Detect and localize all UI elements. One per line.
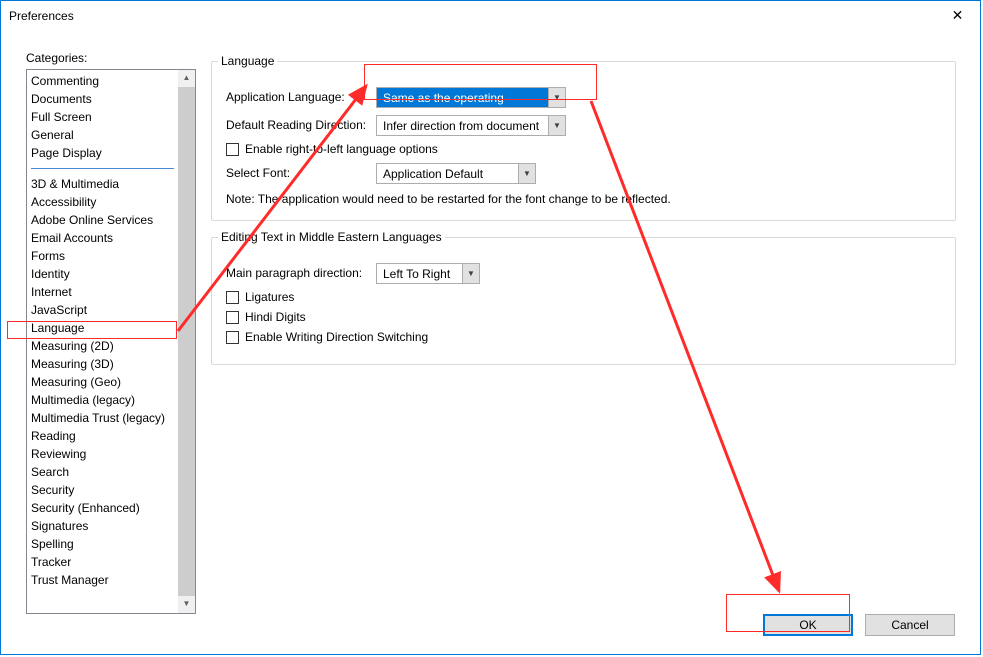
dialog-title: Preferences — [9, 9, 74, 23]
close-icon: ✕ — [952, 7, 964, 23]
category-item[interactable]: Multimedia (legacy) — [27, 391, 178, 409]
category-item[interactable]: Documents — [27, 90, 178, 108]
category-item[interactable]: Tracker — [27, 553, 178, 571]
categories-listbox[interactable]: CommentingDocumentsFull ScreenGeneralPag… — [26, 69, 196, 614]
main-paragraph-combobox[interactable]: Left To Right ▼ — [376, 263, 480, 284]
reading-direction-label: Default Reading Direction: — [226, 118, 376, 132]
ligatures-checkbox[interactable] — [226, 291, 239, 304]
category-item[interactable]: Accessibility — [27, 193, 178, 211]
hindi-digits-label: Hindi Digits — [245, 310, 306, 324]
language-group-title: Language — [218, 54, 277, 68]
editing-group-title: Editing Text in Middle Eastern Languages — [218, 230, 445, 244]
category-item[interactable]: Spelling — [27, 535, 178, 553]
category-item[interactable]: Security (Enhanced) — [27, 499, 178, 517]
category-item[interactable]: Full Screen — [27, 108, 178, 126]
scroll-up-icon[interactable]: ▲ — [178, 70, 195, 87]
category-item[interactable]: Security — [27, 481, 178, 499]
category-item[interactable]: General — [27, 126, 178, 144]
chevron-down-icon: ▼ — [462, 264, 479, 283]
category-item[interactable]: JavaScript — [27, 301, 178, 319]
select-font-label: Select Font: — [226, 166, 376, 180]
category-item[interactable]: Trust Manager — [27, 571, 178, 589]
rtl-checkbox-label: Enable right-to-left language options — [245, 142, 438, 156]
cancel-button[interactable]: Cancel — [865, 614, 955, 636]
category-item[interactable]: 3D & Multimedia — [27, 175, 178, 193]
app-language-value: Same as the operating system — [377, 88, 548, 107]
main-paragraph-value: Left To Right — [377, 264, 462, 283]
scroll-down-icon[interactable]: ▼ — [178, 596, 195, 613]
category-item[interactable]: Forms — [27, 247, 178, 265]
scroll-thumb[interactable] — [178, 87, 195, 597]
rtl-checkbox[interactable] — [226, 143, 239, 156]
category-item[interactable]: Internet — [27, 283, 178, 301]
editing-group: Editing Text in Middle Eastern Languages… — [211, 237, 956, 365]
reading-direction-value: Infer direction from document — [377, 116, 548, 135]
select-font-combobox[interactable]: Application Default ▼ — [376, 163, 536, 184]
select-font-value: Application Default — [377, 164, 518, 183]
writing-direction-label: Enable Writing Direction Switching — [245, 330, 428, 344]
reading-direction-combobox[interactable]: Infer direction from document ▼ — [376, 115, 566, 136]
category-item[interactable]: Search — [27, 463, 178, 481]
main-paragraph-label: Main paragraph direction: — [226, 266, 376, 280]
font-restart-note: Note: The application would need to be r… — [226, 192, 941, 206]
close-button[interactable]: ✕ — [935, 1, 980, 31]
chevron-down-icon: ▼ — [548, 116, 565, 135]
category-item[interactable]: Signatures — [27, 517, 178, 535]
app-language-label: Application Language: — [226, 90, 376, 104]
category-item[interactable]: Measuring (3D) — [27, 355, 178, 373]
hindi-digits-checkbox[interactable] — [226, 311, 239, 324]
titlebar: Preferences ✕ — [1, 1, 980, 31]
categories-scrollbar[interactable]: ▲ ▼ — [178, 70, 195, 613]
language-group: Language Application Language: Same as t… — [211, 61, 956, 221]
category-item[interactable]: Multimedia Trust (legacy) — [27, 409, 178, 427]
app-language-combobox[interactable]: Same as the operating system ▼ — [376, 87, 566, 108]
category-item[interactable]: Measuring (2D) — [27, 337, 178, 355]
category-item[interactable]: Reviewing — [27, 445, 178, 463]
ok-button[interactable]: OK — [763, 614, 853, 636]
category-separator — [31, 168, 174, 169]
writing-direction-checkbox[interactable] — [226, 331, 239, 344]
ligatures-label: Ligatures — [245, 290, 294, 304]
category-item[interactable]: Measuring (Geo) — [27, 373, 178, 391]
chevron-down-icon: ▼ — [548, 88, 565, 107]
category-item[interactable]: Email Accounts — [27, 229, 178, 247]
category-item[interactable]: Reading — [27, 427, 178, 445]
chevron-down-icon: ▼ — [518, 164, 535, 183]
categories-label: Categories: — [26, 51, 87, 65]
category-item[interactable]: Commenting — [27, 72, 178, 90]
category-item[interactable]: Identity — [27, 265, 178, 283]
category-item[interactable]: Page Display — [27, 144, 178, 162]
category-item[interactable]: Language — [27, 319, 178, 337]
category-item[interactable]: Adobe Online Services — [27, 211, 178, 229]
